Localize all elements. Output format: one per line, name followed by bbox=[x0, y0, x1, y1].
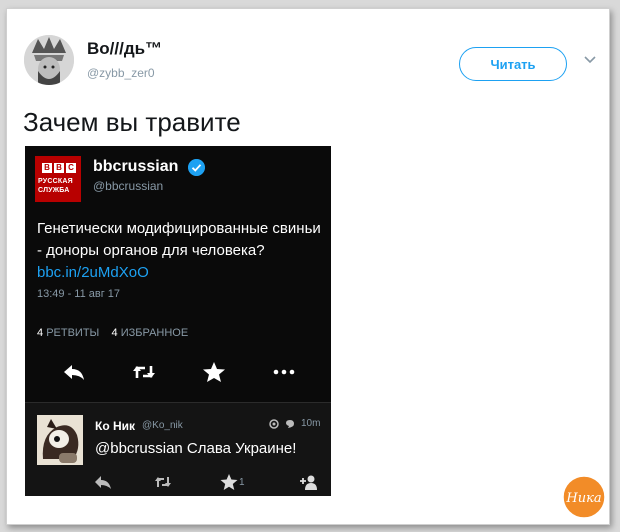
likes-label: ИЗБРАННОЕ bbox=[120, 327, 189, 339]
tweet-card: Во///дь™ @zybb_zer0 Читать Зачем вы трав… bbox=[6, 8, 610, 525]
embedded-tweet-body: Генетически модифицированные свиньи - до… bbox=[37, 218, 327, 284]
reply-icon bbox=[95, 476, 111, 489]
reply-time: 10m bbox=[301, 418, 321, 429]
retweet-icon bbox=[155, 477, 171, 487]
retweet-icon bbox=[133, 366, 155, 378]
watermark-text: Ника bbox=[565, 491, 601, 506]
reply-text: @bbcrussian Слава Украине! bbox=[95, 440, 297, 457]
likes-count: 4 bbox=[111, 327, 118, 339]
reply-actions: 1 bbox=[25, 471, 331, 495]
tweet-text: Зачем вы травите bbox=[23, 107, 241, 137]
embedded-user-handle: @bbcrussian bbox=[93, 179, 164, 193]
follow-user-icon bbox=[300, 475, 317, 490]
reply-meta: 10m bbox=[269, 418, 320, 429]
bbc-logo-block: C bbox=[66, 163, 76, 173]
reply-tweet: Ко Ник @Ko_nik 10m @bbcrussian Слава Укр… bbox=[25, 402, 331, 496]
reply-avatar bbox=[37, 415, 83, 465]
reply-user-handle: @Ko_nik bbox=[142, 420, 183, 431]
user-name[interactable]: Во///дь™ bbox=[87, 39, 162, 59]
user-avatar[interactable] bbox=[24, 35, 74, 85]
embedded-actions bbox=[25, 354, 331, 394]
bbc-logo-line: РУССКАЯ bbox=[38, 178, 73, 185]
retweets-label: РЕТВИТЫ bbox=[46, 327, 100, 339]
embedded-body-text: Генетически модифицированные свиньи - до… bbox=[37, 220, 321, 259]
bbc-logo-block: B bbox=[42, 163, 52, 173]
embedded-stats: 4 РЕТВИТЫ 4 ИЗБРАННОЕ bbox=[37, 327, 188, 339]
embedded-user-name: bbcrussian bbox=[93, 158, 179, 175]
location-icon bbox=[286, 419, 294, 428]
star-icon bbox=[220, 474, 238, 490]
verified-icon bbox=[188, 159, 205, 176]
chevron-down-icon[interactable] bbox=[583, 55, 597, 65]
bbc-logo-line: СЛУЖБА bbox=[38, 187, 70, 194]
globe-icon bbox=[269, 418, 279, 429]
reply-user-name: Ко Ник bbox=[95, 419, 136, 433]
embedded-link: bbc.in/2uMdXoO bbox=[37, 264, 149, 281]
star-icon bbox=[203, 362, 225, 382]
reply-like-count: 1 bbox=[239, 477, 245, 488]
follow-button[interactable]: Читать bbox=[459, 47, 567, 81]
watermark-logo: Ника bbox=[562, 475, 606, 519]
embedded-timestamp: 13:49 - 11 авг 17 bbox=[37, 288, 121, 300]
bbc-logo: B B C РУССКАЯ СЛУЖБА bbox=[35, 156, 81, 202]
user-handle[interactable]: @zybb_zer0 bbox=[87, 66, 155, 80]
retweets-count: 4 bbox=[37, 327, 44, 339]
reply-icon bbox=[64, 365, 84, 380]
embedded-tweet-screenshot: B B C РУССКАЯ СЛУЖБА bbcrussian @bbcruss… bbox=[25, 146, 331, 496]
more-icon bbox=[273, 369, 295, 375]
bbc-logo-block: B bbox=[54, 163, 64, 173]
